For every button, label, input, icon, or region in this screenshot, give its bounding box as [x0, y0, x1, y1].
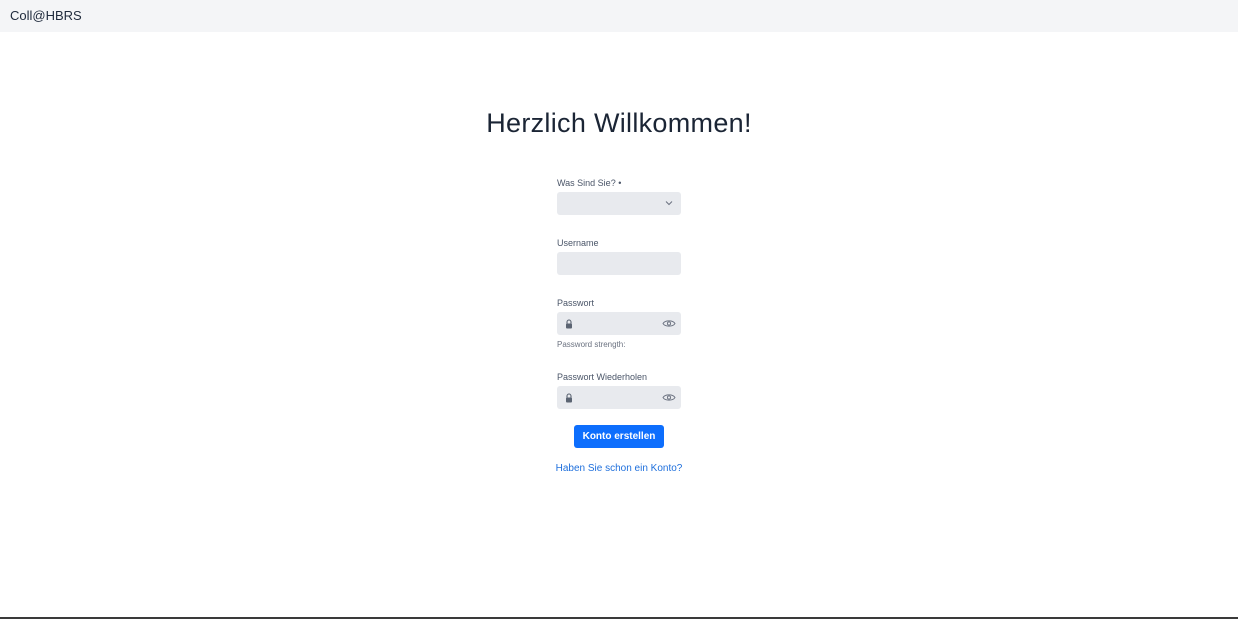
brand-logo-text[interactable]: Coll@HBRS [10, 8, 82, 23]
page-title: Herzlich Willkommen! [486, 108, 752, 138]
role-label: Was Sind Sie? • [557, 178, 622, 188]
password-repeat-input[interactable] [557, 386, 681, 409]
login-link[interactable]: Haben Sie schon ein Konto? [0, 463, 1238, 474]
password-repeat-label: Passwort Wiederholen [557, 372, 648, 382]
lock-icon [566, 319, 572, 329]
role-select[interactable] [557, 192, 681, 215]
lock-icon [566, 393, 572, 403]
eye-icon[interactable] [662, 393, 676, 402]
password-strength-hint: Password strength: [557, 340, 626, 349]
password-label: Passwort [557, 298, 595, 308]
username-label: Username [557, 238, 599, 248]
password-input[interactable] [557, 312, 681, 335]
create-account-button[interactable]: Konto erstellen [574, 425, 664, 448]
top-navbar: Coll@HBRS [0, 0, 1238, 32]
chevron-down-icon [665, 201, 673, 206]
eye-icon[interactable] [662, 319, 676, 328]
username-input[interactable] [557, 252, 681, 275]
